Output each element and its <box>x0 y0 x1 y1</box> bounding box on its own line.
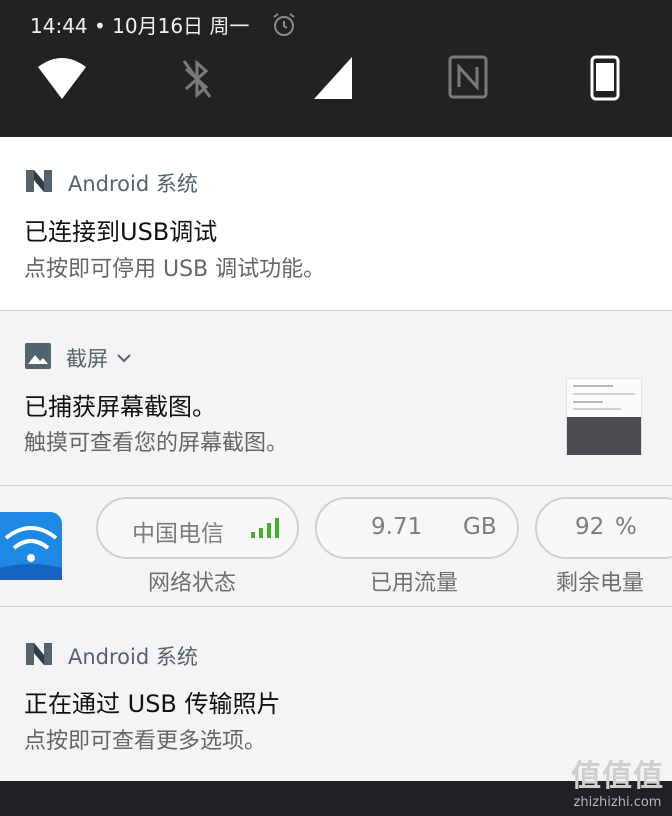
notification-title: 正在通过 USB 传输照片 <box>24 690 281 718</box>
watermark-site: zhizhizhi.com <box>573 795 662 810</box>
notification-header: Android 系统 <box>24 168 198 198</box>
data-usage-pill[interactable]: 9.71 GB <box>315 497 519 559</box>
signal-bars-icon <box>250 517 280 545</box>
app-name: 截屏 <box>66 347 108 371</box>
phone-icon[interactable] <box>590 55 620 105</box>
nfc-icon[interactable] <box>448 55 488 103</box>
alarm-icon <box>270 11 298 43</box>
app-name: Android 系统 <box>68 172 198 196</box>
notification-text: 触摸可查看您的屏幕截图。 <box>24 431 289 456</box>
network-status-pill[interactable]: 中国电信 <box>96 497 299 559</box>
widget-app-icon[interactable] <box>0 512 62 580</box>
android-n-icon <box>24 168 54 198</box>
notification-text: 点按即可查看更多选项。 <box>24 729 267 754</box>
watermark-logo: 值值值 <box>571 759 664 794</box>
notification-title: 已捕获屏幕截图。 <box>24 393 216 421</box>
network-status-label: 网络状态 <box>148 571 237 596</box>
network-widget: 中国电信 网络状态 9.71 GB 已用流量 92 % 剩余电量 <box>0 486 672 606</box>
battery-label: 剩余电量 <box>556 571 645 596</box>
notification-usb-debugging[interactable]: Android 系统 已连接到USB调试 点按即可停用 USB 调试功能。 <box>0 137 672 310</box>
chevron-down-icon[interactable] <box>116 349 132 368</box>
app-name: Android 系统 <box>68 645 198 669</box>
network-carrier: 中国电信 <box>132 521 224 547</box>
bluetooth-icon[interactable] <box>180 55 214 107</box>
battery-pill[interactable]: 92 % <box>535 497 672 559</box>
notification-text: 点按即可停用 USB 调试功能。 <box>24 257 326 282</box>
notification-header: Android 系统 <box>24 641 198 671</box>
data-usage-unit: GB <box>463 514 497 540</box>
status-time-date: 14:44 • 10月16日 周一 <box>30 14 250 38</box>
cellular-signal-icon[interactable] <box>312 55 354 105</box>
notification-title: 已连接到USB调试 <box>24 218 218 246</box>
data-usage-value: 9.71 <box>371 514 423 540</box>
battery-unit: % <box>615 514 637 540</box>
watermark: 值值值 zhizhizhi.com <box>571 751 664 810</box>
notification-header: 截屏 <box>24 342 132 374</box>
screenshot-thumbnail[interactable] <box>566 378 642 455</box>
battery-value: 92 <box>575 514 605 540</box>
image-icon <box>24 342 52 374</box>
data-usage-label: 已用流量 <box>370 571 459 596</box>
android-n-icon <box>24 641 54 671</box>
wifi-icon[interactable] <box>36 55 88 107</box>
status-bar: 14:44 • 10月16日 周一 <box>0 0 672 137</box>
notification-screenshot[interactable]: 截屏 已捕获屏幕截图。 触摸可查看您的屏幕截图。 <box>0 311 672 485</box>
